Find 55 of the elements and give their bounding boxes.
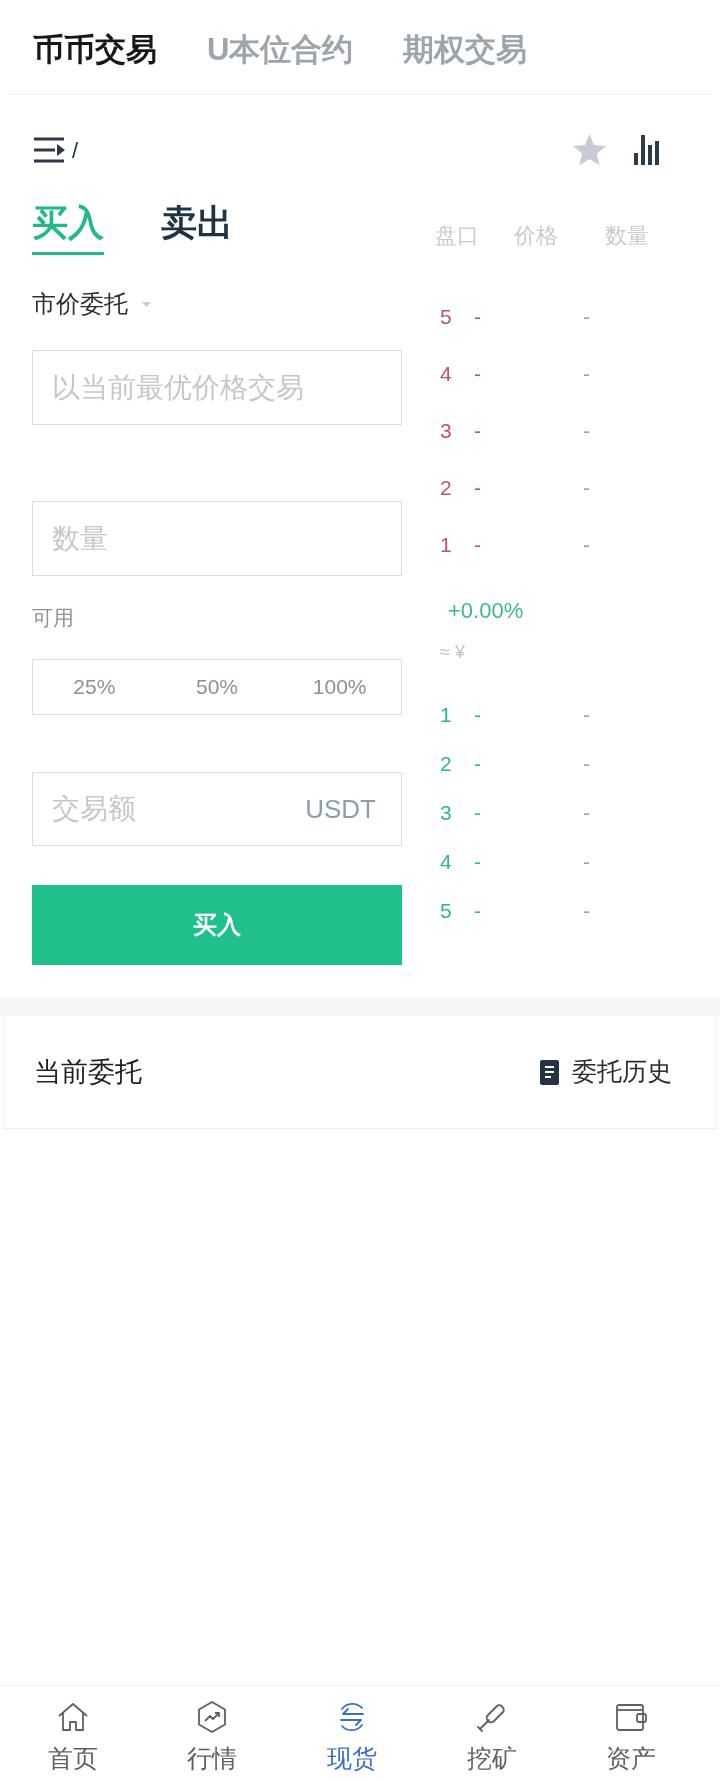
amount-cell: - — [583, 418, 590, 442]
menu-icon[interactable] — [33, 136, 66, 164]
row-number: 5 — [440, 898, 452, 922]
percent-button[interactable]: 50% — [155, 660, 279, 714]
price-cell: - — [474, 849, 481, 873]
price-cell: - — [474, 304, 481, 328]
amount-cell: - — [583, 475, 590, 499]
price-cell: - — [474, 418, 481, 442]
nav-tab[interactable]: 现货 — [282, 1686, 422, 1782]
amount-cell: - — [583, 702, 590, 726]
price-cell: - — [474, 475, 481, 499]
star-icon[interactable] — [572, 133, 607, 167]
amount-cell: - — [583, 898, 590, 922]
amount-cell: - — [583, 361, 590, 385]
row-number: 5 — [440, 304, 452, 328]
percent-button[interactable]: 100% — [278, 660, 401, 714]
cny-price: ≈ ¥ — [440, 640, 465, 664]
amount-cell: - — [583, 849, 590, 873]
row-number: 2 — [440, 475, 452, 499]
row-number: 4 — [440, 361, 452, 385]
amount-cell: - — [583, 304, 590, 328]
row-number: 3 — [440, 800, 452, 824]
unit-label: USDT — [305, 793, 376, 825]
nav-tab[interactable]: 资产 — [561, 1686, 701, 1782]
price-cell: - — [474, 800, 481, 824]
amount-cell: - — [583, 532, 590, 556]
trade-side-tab[interactable]: 卖出 — [161, 201, 233, 255]
row-number: 3 — [440, 418, 452, 442]
section-title: 当前委托 — [34, 1055, 142, 1089]
available-label: 可用 — [32, 605, 74, 631]
document-icon — [540, 1059, 559, 1085]
price-cell: - — [474, 751, 481, 775]
row-number: 1 — [440, 702, 452, 726]
nav-tab[interactable]: 行情 — [142, 1686, 283, 1782]
row-number: 2 — [440, 751, 452, 775]
amount-cell: - — [583, 751, 590, 775]
nav-tab[interactable]: 首页 — [3, 1686, 143, 1782]
price-cell: - — [474, 702, 481, 726]
pair-label: / — [72, 136, 79, 165]
row-number: 4 — [440, 849, 452, 873]
bar-chart-icon[interactable] — [634, 135, 659, 165]
change-percent: +0.00% — [448, 596, 524, 625]
order-type-dropdown[interactable]: 市价委托 — [32, 289, 151, 319]
nav-tab[interactable]: 挖矿 — [421, 1686, 562, 1782]
price-cell: - — [474, 361, 481, 385]
order-history-link[interactable]: 委托历史 — [540, 1053, 672, 1091]
market-tab[interactable]: 币币交易 — [33, 30, 157, 70]
caret-icon — [142, 301, 151, 307]
row-number: 1 — [440, 532, 452, 556]
amount-field[interactable]: 数量 — [32, 501, 402, 576]
price-cell: - — [474, 532, 481, 556]
price-field[interactable]: 以当前最优价格交易 — [32, 350, 402, 425]
price-cell: - — [474, 898, 481, 922]
percent-button[interactable]: 25% — [33, 660, 156, 714]
amount-cell: - — [583, 800, 590, 824]
